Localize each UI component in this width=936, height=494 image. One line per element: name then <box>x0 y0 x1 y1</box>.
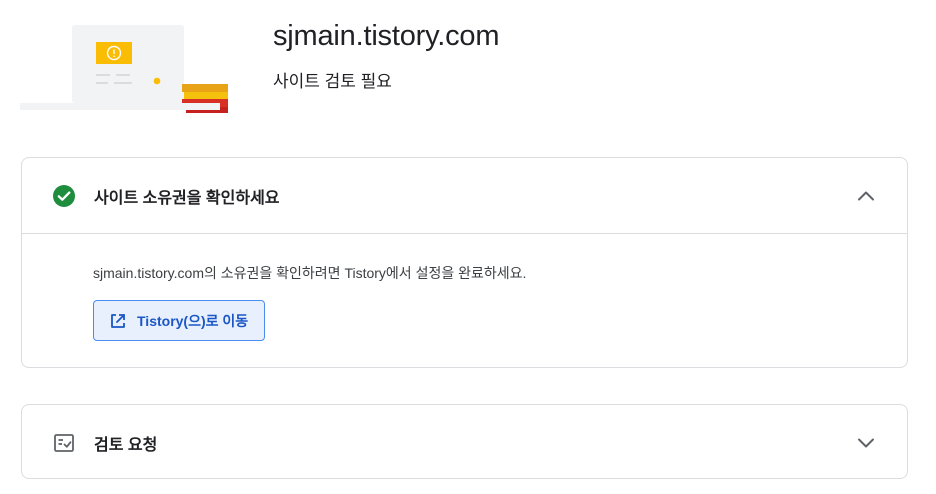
review-checklist-icon <box>54 434 74 452</box>
check-circle-icon <box>53 184 75 207</box>
review-card-title: 검토 요청 <box>94 437 158 454</box>
chevron-down-icon[interactable] <box>855 432 877 454</box>
go-to-tistory-button[interactable]: Tistory(으)로 이동 <box>93 300 266 341</box>
ownership-card-header[interactable]: 사이트 소유권을 확인하세요 <box>22 158 907 234</box>
ownership-card-title: 사이트 소유권을 확인하세요 <box>94 189 280 207</box>
go-to-tistory-label: Tistory(으)로 이동 <box>137 312 249 329</box>
open-in-new-icon <box>111 313 125 328</box>
site-title: sjmain.tistory.com <box>273 20 500 52</box>
review-card-header[interactable]: 검토 요청 <box>22 405 907 481</box>
chevron-up-icon[interactable] <box>855 185 877 207</box>
site-header: sjmain.tistory.com 사이트 검토 필요 <box>0 0 936 140</box>
ownership-card-body: sjmain.tistory.com의 소유권을 확인하려면 Tistory에서… <box>22 263 907 341</box>
laptop-warning-illustration <box>20 25 228 113</box>
site-status: 사이트 검토 필요 <box>273 72 392 91</box>
review-request-card: 검토 요청 <box>21 404 908 479</box>
ownership-description: sjmain.tistory.com의 소유권을 확인하려면 Tistory에서… <box>93 265 527 281</box>
ownership-card: 사이트 소유권을 확인하세요 sjmain.tistory.com의 소유권을 … <box>21 157 908 368</box>
